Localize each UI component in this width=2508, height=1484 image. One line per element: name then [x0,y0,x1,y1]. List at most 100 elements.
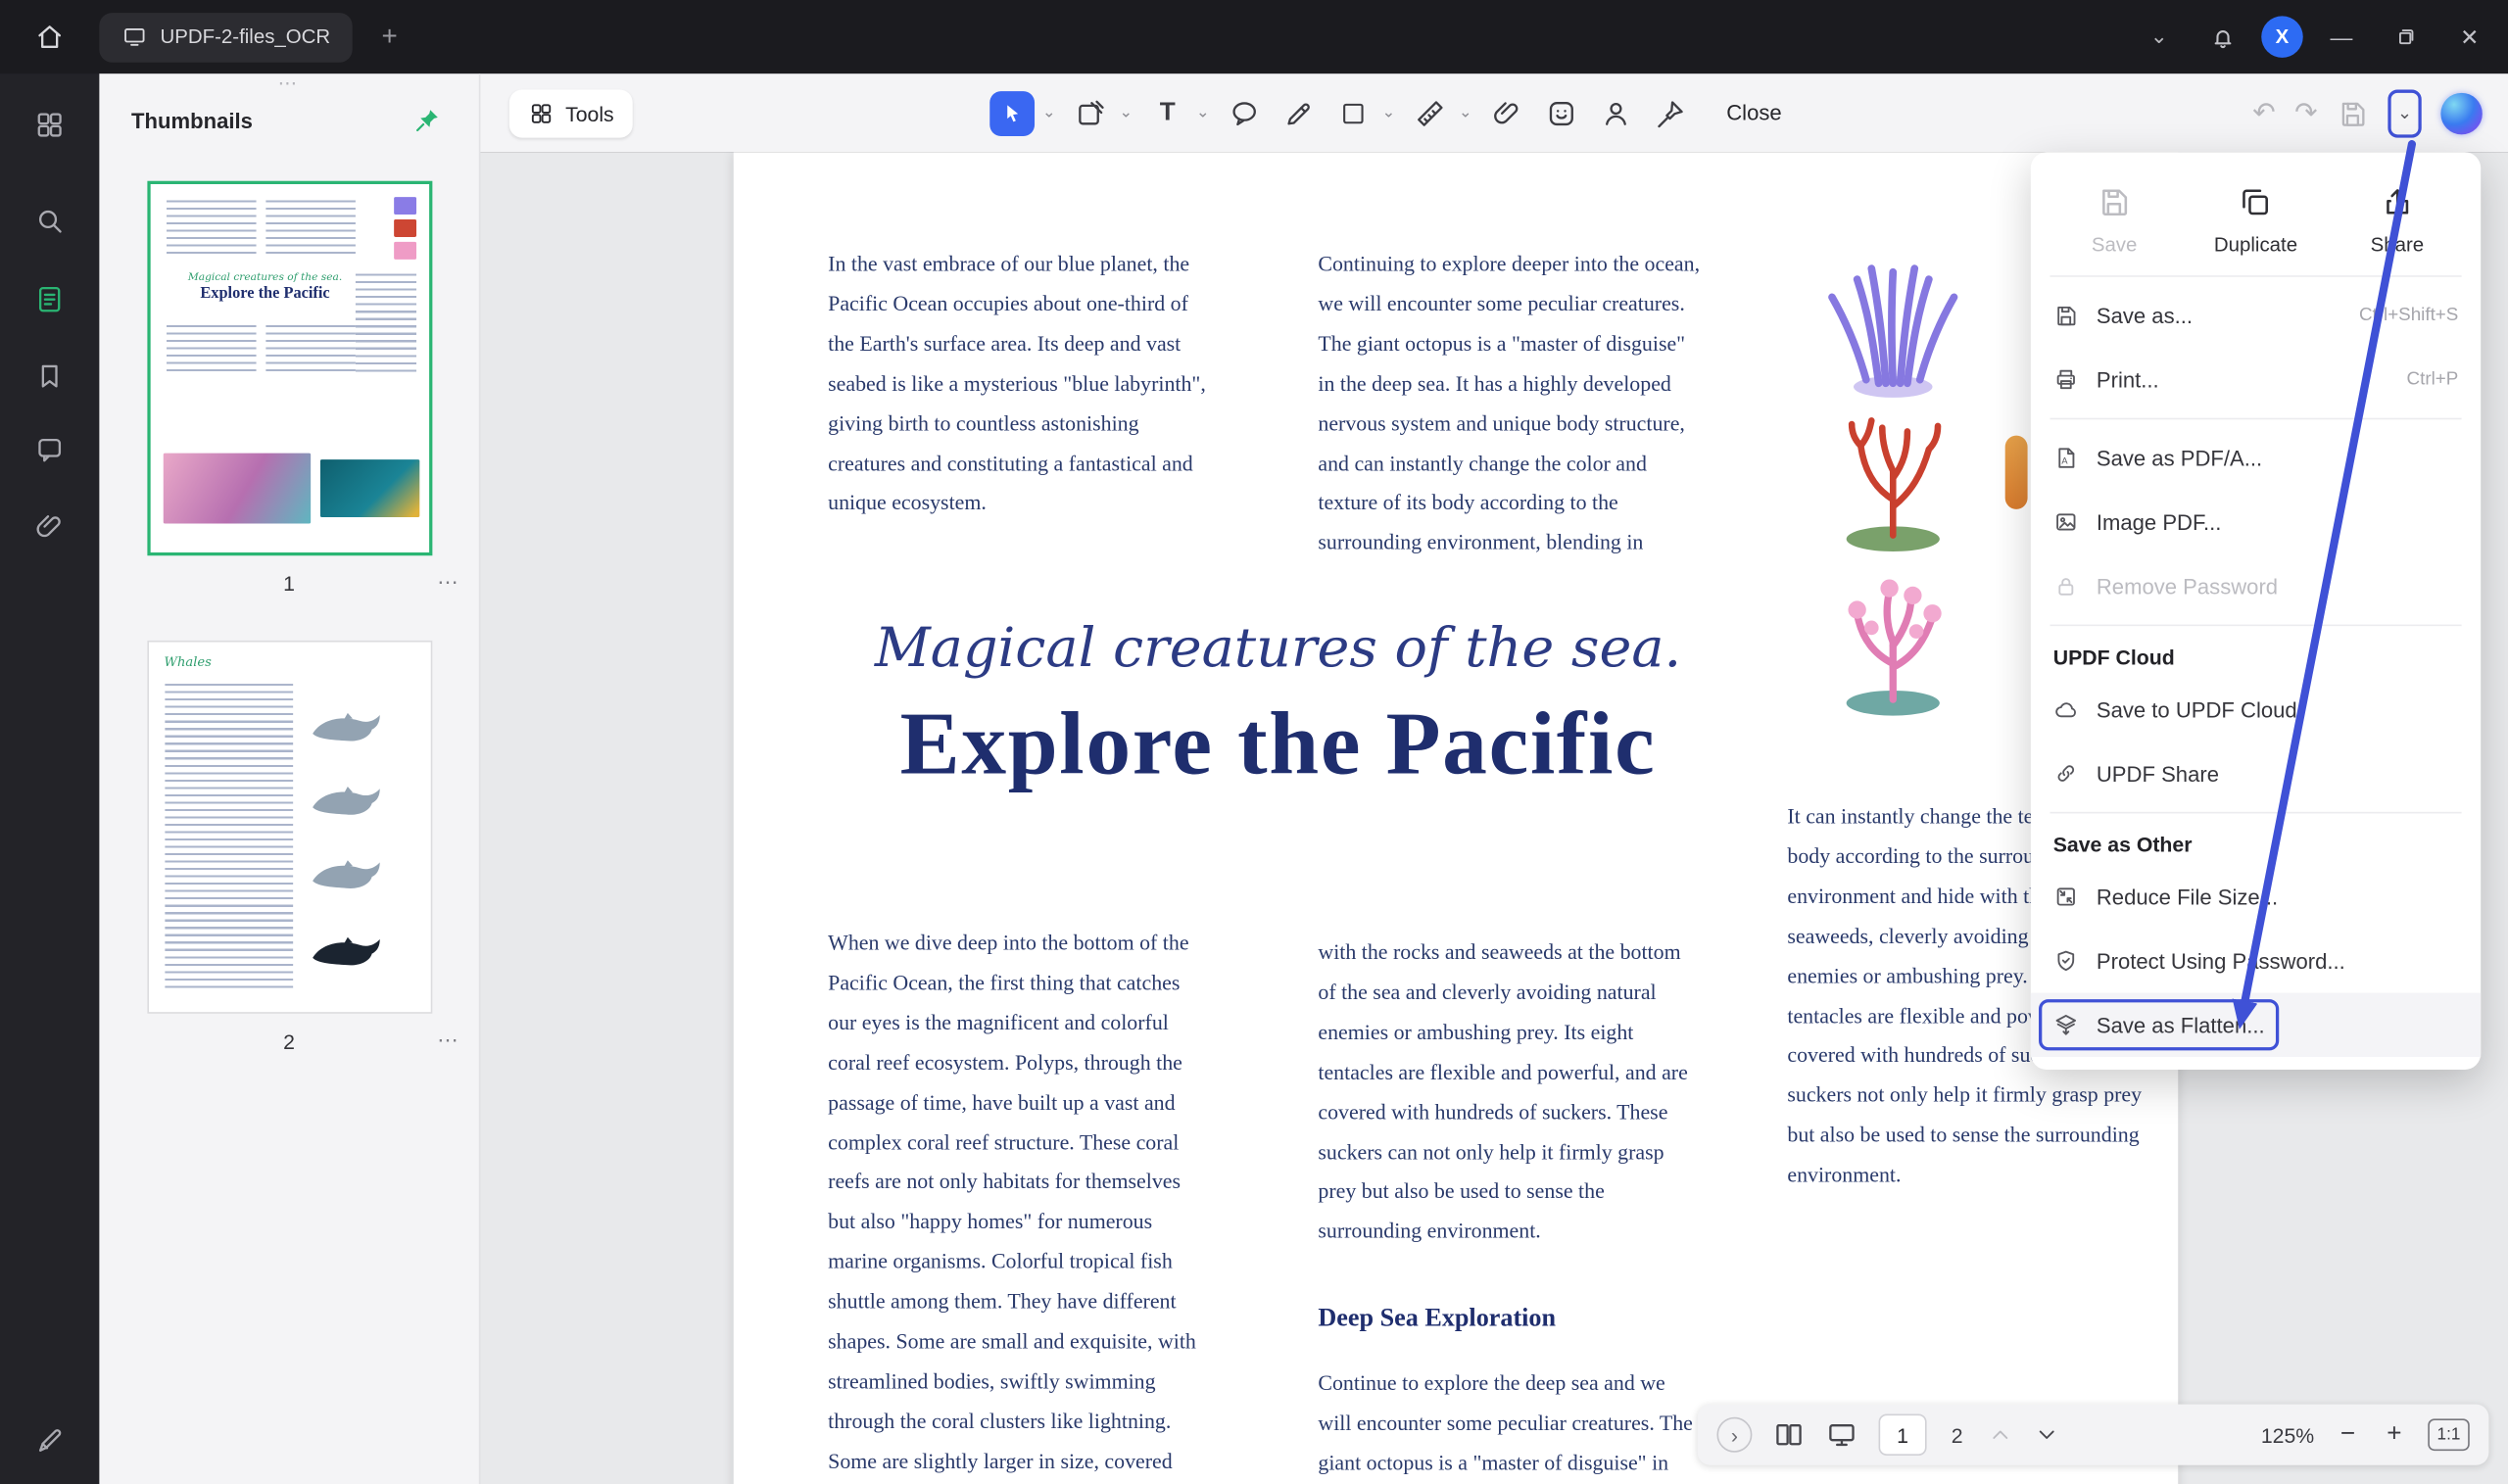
signature-tool[interactable] [1595,92,1637,134]
document-tab[interactable]: UPDF-2-files_OCR [99,12,353,62]
next-page-number[interactable]: 2 [1948,1422,1967,1447]
user-avatar[interactable]: X [2261,16,2303,58]
menu-item-image-pdf[interactable]: Image PDF... [2031,490,2481,553]
mini-script-heading: Magical creatures of the sea. [160,270,371,283]
edit-icon [1075,97,1107,129]
comment-tool[interactable] [1224,92,1266,134]
close-window-button[interactable]: ✕ [2444,11,2495,62]
sticker-tool[interactable] [1541,92,1583,134]
select-tool[interactable] [989,90,1035,135]
left-rail [0,73,99,1484]
actual-size-button[interactable]: 1:1 [2428,1418,2470,1451]
attachment-tool[interactable] [1486,92,1528,134]
comment-icon [33,434,66,466]
new-tab-button[interactable]: + [372,21,408,53]
page-1-label-row: 1 ⋯ [99,555,478,610]
mini-orca-image [309,933,402,974]
edit-tool-chevron[interactable]: ⌄ [1118,104,1133,121]
pen-nib-icon [1655,97,1687,129]
sidebar-item-pen-settings[interactable] [21,1412,78,1470]
menu-item-updf-share[interactable]: UPDF Share [2031,742,2481,805]
mini-reef-photo [163,454,310,524]
minimize-button[interactable]: — [2316,11,2367,62]
mini-text-block [265,200,356,255]
current-page-indicator[interactable]: 1 [1879,1413,1927,1456]
shapes-tool[interactable] [1332,92,1375,134]
menu-item-save-as-flatten[interactable]: Save as Flatten... [2031,993,2481,1057]
menu-item-label: Save as... [2097,304,2193,328]
text-tool[interactable]: T [1146,92,1188,134]
save-options-chevron-button[interactable]: ⌄ [2387,89,2421,137]
sidebar-item-thumbnails[interactable] [21,270,78,328]
sidebar-item-search[interactable] [21,192,78,250]
redo-button[interactable]: ↷ [2294,99,2317,126]
ruler-icon [1414,97,1446,129]
menu-item-save-as[interactable]: Save as... Ctrl+Shift+S [2031,283,2481,347]
menu-item-save-as-pdfa[interactable]: Save as PDF/A... [2031,426,2481,490]
page-1-more-button[interactable]: ⋯ [437,570,459,596]
sidebar-item-apps[interactable] [21,96,78,154]
lock-icon [2053,573,2079,598]
close-tools-button[interactable]: Close [1726,101,1781,125]
zoom-out-button[interactable]: − [2335,1420,2360,1449]
save-dropdown-menu: Save Duplicate Share Save as... Ctrl+Shi… [2031,152,2481,1070]
measure-tool-chevron[interactable]: ⌄ [1458,104,1473,121]
menu-item-label: Print... [2097,367,2159,392]
pin-icon[interactable] [414,108,440,133]
zoom-level[interactable]: 125% [2261,1422,2314,1447]
sidebar-item-comments[interactable] [21,421,78,479]
menu-duplicate-action[interactable]: Duplicate [2185,174,2326,256]
mini-text-block [165,684,293,988]
previous-page-button[interactable] [1988,1422,2013,1448]
tools-button-label: Tools [565,102,614,126]
select-tool-chevron[interactable]: ⌄ [1041,104,1057,121]
shield-icon [2053,948,2079,974]
sidebar-item-attachments[interactable] [21,498,78,555]
zoom-in-button[interactable]: + [2382,1420,2407,1449]
restore-icon [2392,24,2418,50]
menu-save-label: Save [2092,234,2138,257]
mini-whale-image [309,709,402,749]
menu-item-save-to-updf-cloud[interactable]: Save to UPDF Cloud [2031,677,2481,741]
restore-button[interactable] [2380,11,2431,62]
next-page-button[interactable] [2034,1422,2059,1448]
sign-field-tool[interactable] [1650,92,1692,134]
page-1-thumbnail[interactable]: Magical creatures of the sea. Explore th… [147,181,432,556]
tools-button[interactable]: Tools [509,90,633,138]
mini-fish-photo [319,459,418,517]
menu-item-protect-using-password[interactable]: Protect Using Password... [2031,929,2481,992]
collapse-toolbar-chevron[interactable]: ⌄ [2133,11,2184,62]
shapes-tool-chevron[interactable]: ⌄ [1380,104,1396,121]
home-button[interactable] [0,21,99,53]
page-2-thumbnail[interactable]: Whales [147,641,432,1014]
thumbnails-panel: ⋯ Thumbnails Magical creatures of the se… [99,73,480,1484]
menu-share-action[interactable]: Share [2327,174,2468,256]
ai-assistant-button[interactable] [2440,92,2483,134]
mini-main-heading: Explore the Pacific [160,285,371,303]
document-tab-icon [121,24,147,50]
sidebar-item-bookmarks[interactable] [21,348,78,406]
menu-item-reduce-file-size[interactable]: Reduce File Size... [2031,865,2481,929]
reduce-size-icon [2053,884,2079,909]
notifications-button[interactable] [2197,11,2248,62]
page-2-more-button[interactable]: ⋯ [437,1029,459,1054]
collapse-bar-button[interactable]: › [1716,1417,1752,1453]
reading-mode-icon[interactable] [1826,1418,1858,1451]
page-layout-icon[interactable] [1773,1418,1806,1451]
headline-block: Magical creatures of the sea. Explore th… [797,616,1759,795]
highlighter-tool[interactable] [1278,92,1321,134]
measure-tool[interactable] [1410,92,1452,134]
panel-drag-handle[interactable]: ⋯ [99,73,478,96]
cloud-icon [2053,696,2079,722]
paperclip-icon [1491,97,1523,129]
titlebar-right-controls: ⌄ X — ✕ [2133,11,2508,62]
menu-item-shortcut: Ctrl+P [2407,370,2459,390]
edit-tool[interactable] [1070,92,1112,134]
menu-item-label: Save to UPDF Cloud [2097,697,2297,722]
text-tool-chevron[interactable]: ⌄ [1195,104,1211,121]
undo-button[interactable]: ↶ [2252,99,2275,126]
menu-item-print[interactable]: Print... Ctrl+P [2031,348,2481,411]
save-button[interactable] [2337,97,2369,129]
red-coral-image [1804,396,1983,537]
pdf-page-1[interactable]: In the vast embrace of our blue planet, … [734,152,2179,1484]
